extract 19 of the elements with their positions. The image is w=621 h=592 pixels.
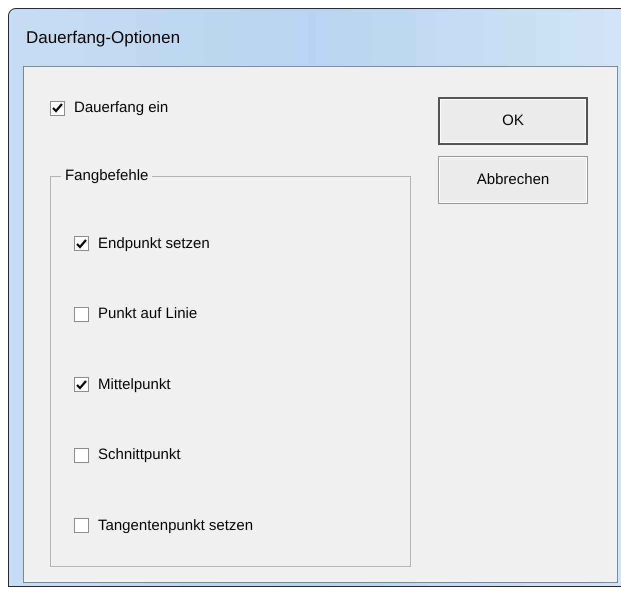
checkbox-label: Endpunkt setzen: [98, 234, 210, 254]
cancel-button[interactable]: Abbrechen: [438, 156, 588, 204]
checkbox[interactable]: [74, 236, 89, 252]
checkbox[interactable]: [74, 377, 89, 392]
group-title: Fangbefehle: [61, 166, 152, 184]
checkbox-label: Mittelpunkt: [98, 374, 171, 394]
checkbox-label: Tangentenpunkt setzen: [98, 516, 254, 536]
window-title: Dauerfang-Optionen: [26, 26, 180, 49]
checkmark-icon: [76, 238, 87, 249]
checkmark-icon: [76, 380, 87, 390]
checkbox-label: Schnittpunkt: [98, 445, 181, 465]
checkbox[interactable]: [50, 100, 65, 116]
checkbox-label: Punkt auf Linie: [98, 304, 198, 324]
checkbox[interactable]: [74, 518, 89, 534]
checkbox-label: Dauerfang ein: [74, 98, 168, 118]
checkbox[interactable]: [74, 306, 89, 322]
checkmark-icon: [52, 103, 63, 114]
ok-button[interactable]: OK: [438, 97, 588, 145]
checkbox[interactable]: [74, 448, 89, 463]
